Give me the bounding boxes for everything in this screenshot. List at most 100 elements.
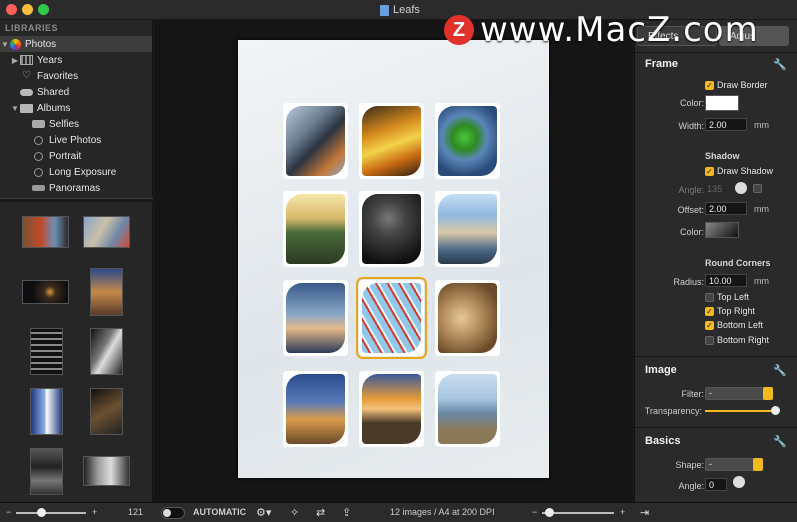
photo-tile[interactable] — [283, 191, 348, 267]
thumbnail-count: 121 — [128, 507, 144, 517]
sidebar-item-photos[interactable]: ▼ Photos — [0, 36, 152, 52]
shadow-offset-field[interactable]: 2.00 — [705, 202, 747, 215]
top-left-label: Top Left — [717, 292, 750, 302]
shadow-color-well[interactable] — [705, 222, 739, 238]
round-corners-title: Round Corners — [705, 258, 771, 268]
photo-cliff — [438, 194, 497, 264]
automatic-toggle[interactable] — [161, 507, 185, 519]
photo-thumbnail[interactable] — [90, 268, 123, 316]
photo-tile[interactable] — [283, 280, 348, 356]
photo-red-structure — [362, 283, 421, 353]
shuffle-icon[interactable]: ⇄ — [316, 506, 325, 519]
photo-thumbnail[interactable] — [22, 216, 69, 248]
chevron-updown-icon — [753, 458, 763, 471]
photo-tile[interactable] — [435, 103, 500, 179]
bottom-left-label: Bottom Left — [717, 320, 764, 330]
magic-wand-icon[interactable]: ✧ — [290, 506, 299, 519]
draw-shadow-label: Draw Shadow — [717, 166, 774, 176]
close-window-button[interactable] — [6, 4, 17, 15]
sidebar-item-albums[interactable]: ▼ Albums — [0, 100, 152, 116]
top-left-checkbox[interactable] — [705, 293, 714, 302]
shadow-offset-unit: mm — [754, 204, 769, 214]
photo-tile[interactable] — [435, 191, 500, 267]
photo-thumbnail[interactable] — [90, 328, 123, 375]
photo-tile[interactable] — [283, 371, 348, 447]
transparency-slider-track[interactable] — [705, 410, 775, 412]
photo-tile[interactable] — [359, 191, 424, 267]
basics-title: Basics — [645, 435, 681, 447]
photo-tile[interactable] — [435, 371, 500, 447]
print-page[interactable] — [238, 40, 549, 478]
wrench-icon[interactable]: 🔧 — [773, 364, 787, 377]
shadow-angle-checkbox[interactable] — [753, 184, 762, 193]
frame-width-field[interactable]: 2.00 — [705, 118, 747, 131]
shape-dropdown[interactable]: - — [705, 458, 763, 471]
shadow-angle-label: Angle: — [678, 185, 704, 195]
basics-angle-dial[interactable] — [733, 476, 745, 488]
thumbnail-size-slider[interactable] — [16, 512, 86, 514]
zoom-window-button[interactable] — [38, 4, 49, 15]
sidebar-item-live-photos[interactable]: Live Photos — [0, 132, 152, 148]
exit-icon[interactable]: ⇥ — [640, 506, 649, 519]
automatic-label: AUTOMATIC — [193, 507, 247, 517]
sidebar-item-years[interactable]: ▶ Years — [0, 52, 152, 68]
thumbnail-zoom-out-button[interactable]: − — [6, 507, 11, 517]
watermark-text: www.MacZ.com — [480, 10, 759, 50]
photo-tile[interactable] — [283, 103, 348, 179]
watermark: Z www.MacZ.com — [444, 10, 759, 50]
minimize-window-button[interactable] — [22, 4, 33, 15]
frame-color-label: Color: — [679, 98, 704, 108]
photo-thumbnail[interactable] — [30, 328, 63, 375]
photo-thumbnail[interactable] — [90, 388, 123, 435]
long-exposure-icon — [34, 167, 43, 177]
transparency-slider-knob[interactable] — [771, 406, 780, 415]
wrench-icon[interactable]: 🔧 — [773, 58, 787, 71]
page-zoom-out-button[interactable]: − — [532, 507, 537, 517]
photo-thumbnail[interactable] — [83, 456, 130, 486]
radius-field[interactable]: 10.00 — [705, 274, 747, 287]
page-zoom-knob[interactable] — [545, 508, 554, 517]
disclosure-down-icon[interactable]: ▼ — [10, 104, 20, 113]
sidebar-item-long-exposure[interactable]: Long Exposure — [0, 164, 152, 180]
section-divider — [635, 427, 797, 428]
thumbnail-size-knob[interactable] — [37, 508, 46, 517]
photo-tile[interactable] — [359, 103, 424, 179]
basics-angle-field[interactable]: 0 — [705, 478, 727, 491]
bottom-right-checkbox[interactable] — [705, 336, 714, 345]
draw-border-checkbox[interactable]: ✓ — [705, 81, 714, 90]
page-zoom-in-button[interactable]: + — [620, 507, 625, 517]
bottom-left-checkbox[interactable]: ✓ — [705, 321, 714, 330]
photo-thumbnail[interactable] — [83, 216, 130, 248]
frame-title: Frame — [645, 58, 679, 70]
chevron-updown-icon — [763, 387, 773, 400]
photo-tile[interactable] — [359, 371, 424, 447]
share-icon[interactable]: ⇪ — [342, 506, 351, 519]
sidebar-item-portrait[interactable]: Portrait — [0, 148, 152, 164]
filter-dropdown[interactable]: - — [705, 387, 773, 400]
libraries-header: LIBRARIES — [5, 23, 59, 33]
photo-tile[interactable] — [435, 280, 500, 356]
photo-thumbnail[interactable] — [22, 280, 69, 304]
photo-thumbnail[interactable] — [30, 448, 63, 495]
sidebar-item-selfies[interactable]: Selfies — [0, 116, 152, 132]
watermark-logo: Z — [444, 15, 474, 45]
disclosure-down-icon[interactable]: ▼ — [0, 40, 10, 49]
sidebar-item-panoramas[interactable]: Panoramas — [0, 180, 152, 196]
draw-border-label: Draw Border — [717, 80, 768, 90]
frame-color-well[interactable] — [705, 95, 739, 111]
layout-settings-icon[interactable]: ⚙▾ — [256, 506, 271, 519]
disclosure-right-icon[interactable]: ▶ — [10, 56, 20, 65]
thumbnail-zoom-in-button[interactable]: + — [92, 507, 97, 517]
sidebar-item-favorites[interactable]: ♡ Favorites — [0, 68, 152, 84]
document-icon — [380, 4, 389, 16]
photo-thumbnail[interactable] — [30, 388, 63, 435]
shadow-angle-dial[interactable] — [735, 182, 747, 194]
draw-shadow-checkbox[interactable]: ✓ — [705, 167, 714, 176]
photo-tile-selected[interactable] — [356, 277, 427, 359]
sidebar-splitter[interactable] — [0, 198, 153, 202]
bottom-right-label: Bottom Right — [717, 335, 770, 345]
sidebar-item-shared[interactable]: Shared — [0, 84, 152, 100]
wrench-icon[interactable]: 🔧 — [773, 435, 787, 448]
top-right-label: Top Right — [717, 306, 756, 316]
top-right-checkbox[interactable]: ✓ — [705, 307, 714, 316]
